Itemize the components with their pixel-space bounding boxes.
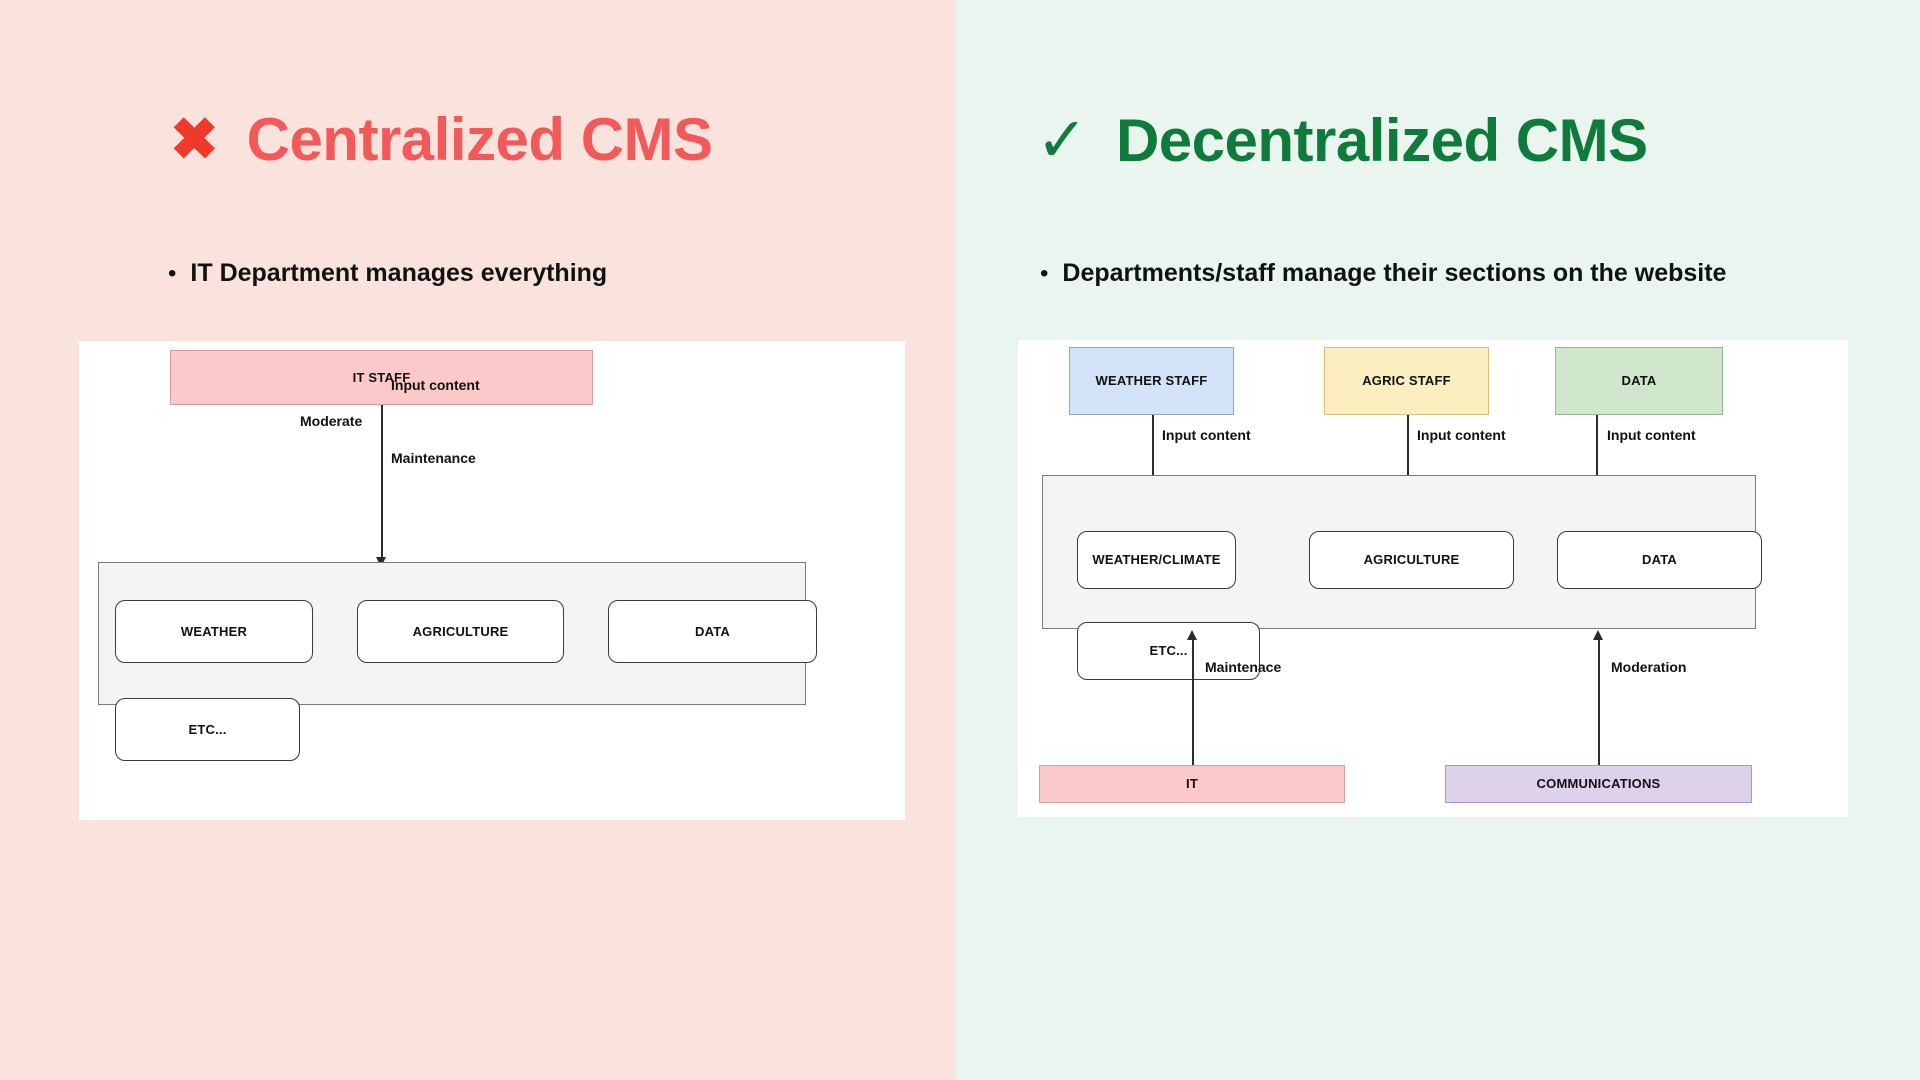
edge-label-maintenance: Maintenance [391,450,476,466]
node-data-staff[interactable]: DATA [1555,347,1723,415]
edge-label-moderation: Moderation [1611,659,1687,675]
edge-label-input-content-agric: Input content [1417,427,1506,443]
diagram-card-decentralized: WEATHER STAFF AGRIC STAFF DATA Input con… [1018,340,1848,817]
node-data-staff-label: DATA [1621,373,1657,389]
node-section-data-label: DATA [695,623,730,639]
node-agric-staff-label: AGRIC STAFF [1362,373,1451,389]
arrowhead-it-maintenance [1187,630,1197,640]
panel-centralized: ✖ Centralized CMS • IT Department manage… [0,0,956,1080]
node-section-etc-label: ETC... [1149,643,1188,659]
connector-it-maintenance [1192,639,1194,765]
node-section-etc-label: ETC... [188,721,227,737]
node-section-agriculture[interactable]: AGRICULTURE [357,600,564,663]
node-agric-staff[interactable]: AGRIC STAFF [1324,347,1489,415]
bullet-dot-icon: • [1040,260,1049,287]
node-communications-department[interactable]: COMMUNICATIONS [1445,765,1752,803]
node-section-weather-label: WEATHER [180,623,248,639]
arrowhead-comms-moderation [1593,630,1603,640]
cross-mark-icon: ✖ [170,107,219,172]
edge-label-input-content-weather: Input content [1162,427,1251,443]
node-section-data-label: DATA [1642,552,1677,568]
group-website-sections: WEATHER/CLIMATE AGRICULTURE DATA ETC... [1042,475,1762,680]
bullet-centralized-label: IT Department manages everything [190,259,608,287]
comparison-slide: ✖ Centralized CMS • IT Department manage… [0,0,1920,1080]
node-section-weather-climate[interactable]: WEATHER/CLIMATE [1077,531,1236,589]
heading-decentralized: ✓ Decentralized CMS [1036,110,1648,172]
node-section-weather[interactable]: WEATHER [115,600,313,663]
connector-comms-moderation [1598,639,1600,765]
diagram-card-centralized: IT STAFF Input content Moderate Maintena… [79,341,905,820]
node-section-agriculture[interactable]: AGRICULTURE [1309,531,1514,589]
node-section-agriculture-label: AGRICULTURE [1363,552,1460,568]
panel-decentralized: ✓ Decentralized CMS • Departments/staff … [956,0,1920,1080]
node-section-agriculture-label: AGRICULTURE [412,623,509,639]
check-mark-icon: ✓ [1036,106,1088,175]
edge-label-moderate: Moderate [300,413,363,429]
node-section-data[interactable]: DATA [608,600,817,663]
group-website-sections: WEATHER AGRICULTURE DATA ETC... [98,562,817,761]
edge-label-maintenance: Maintenace [1205,659,1282,675]
bullet-dot-icon: • [168,260,177,287]
node-communications-department-label: COMMUNICATIONS [1536,776,1661,792]
node-it-department[interactable]: IT [1039,765,1345,803]
connector-it-to-sections [381,405,383,563]
bullet-centralized: • IT Department manages everything [168,258,607,288]
node-weather-staff-label: WEATHER STAFF [1095,373,1208,389]
node-weather-staff[interactable]: WEATHER STAFF [1069,347,1234,415]
edge-label-input-content: Input content [391,377,480,393]
edge-label-input-content-data: Input content [1607,427,1696,443]
bullet-decentralized: • Departments/staff manage their section… [1040,258,1726,288]
node-section-data[interactable]: DATA [1557,531,1762,589]
page-title-centralized: Centralized CMS [246,106,713,173]
node-it-staff[interactable]: IT STAFF [170,350,593,405]
node-section-etc[interactable]: ETC... [115,698,300,761]
page-title-decentralized: Decentralized CMS [1115,107,1648,174]
heading-centralized: ✖ Centralized CMS [170,110,713,170]
node-section-weather-climate-label: WEATHER/CLIMATE [1092,552,1221,568]
node-it-department-label: IT [1186,776,1198,792]
bullet-decentralized-label: Departments/staff manage their sections … [1062,259,1727,287]
